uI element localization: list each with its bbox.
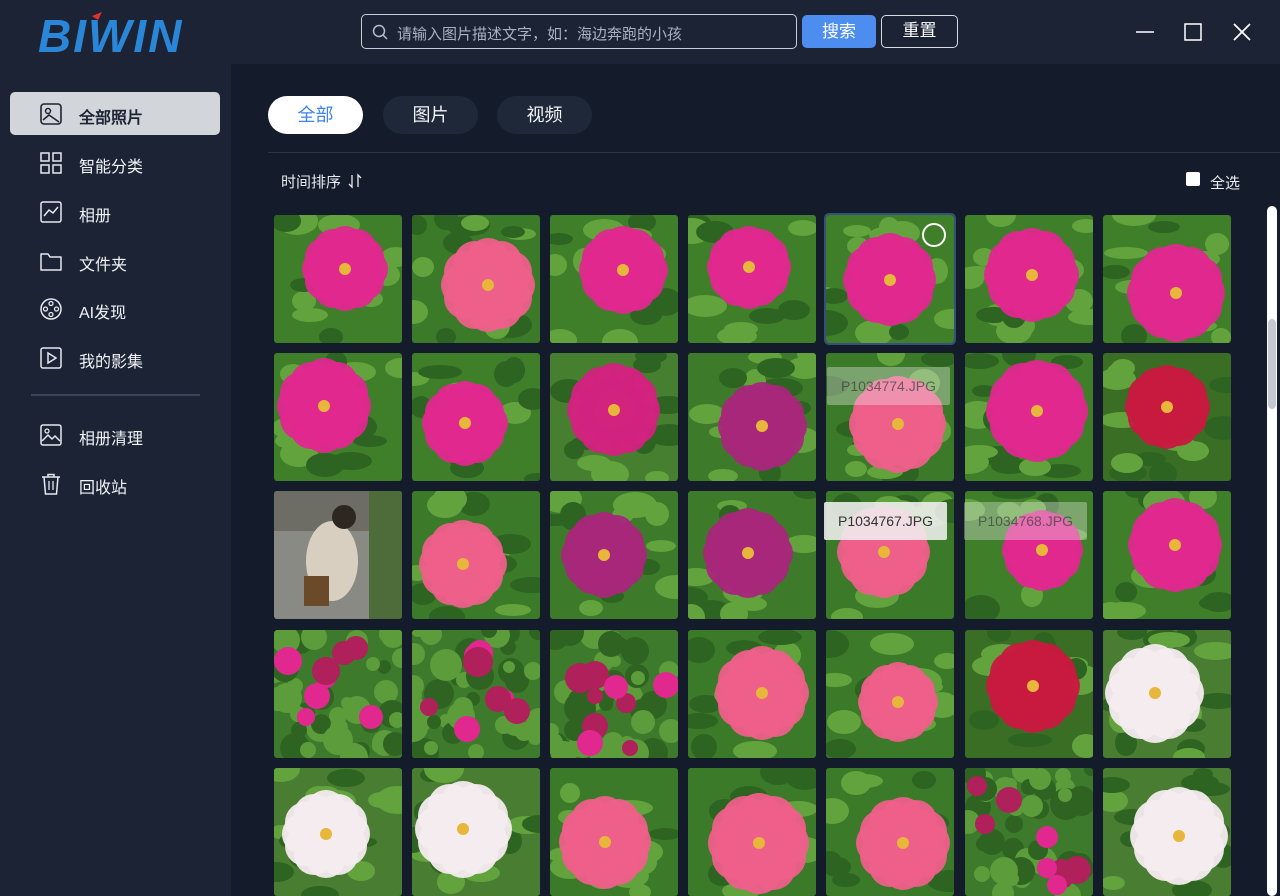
photo-thumbnail[interactable] <box>274 768 402 896</box>
scrollbar[interactable] <box>1267 206 1277 896</box>
chart-album-icon <box>40 201 62 223</box>
photo-thumbnail[interactable] <box>688 215 816 343</box>
sidebar-item-label: 文件夹 <box>79 257 128 274</box>
photo-thumbnail[interactable] <box>1103 630 1231 758</box>
photo-thumbnail[interactable] <box>1103 768 1231 896</box>
sidebar-divider <box>31 394 200 396</box>
sidebar: 全部照片 智能分类 相册 文件夹 AI发现 我的影集 相册清理 回收站 <box>0 64 231 896</box>
main-content: 全部 图片 视频 时间排序 全选 P1034774.JPG P1034767.J… <box>231 64 1280 896</box>
photo-thumbnail[interactable] <box>965 630 1093 758</box>
photo-thumbnail[interactable] <box>1103 215 1231 343</box>
biwin-logo: BIWIN <box>38 10 183 58</box>
filename-tooltip: P1034767.JPG <box>824 502 947 540</box>
tabs-divider <box>268 152 1280 153</box>
grid-icon <box>40 152 62 174</box>
reset-button[interactable]: 重置 <box>881 15 958 48</box>
search-input[interactable]: 请输入图片描述文字，如：海边奔跑的小孩 <box>361 14 797 49</box>
sidebar-item-all-photos[interactable]: 全部照片 <box>10 92 220 135</box>
tab-all[interactable]: 全部 <box>268 96 363 134</box>
sidebar-item-label: 全部照片 <box>79 110 144 127</box>
photo-thumbnail[interactable] <box>826 768 954 896</box>
photo-thumbnail[interactable] <box>965 215 1093 343</box>
photo-thumbnail[interactable] <box>550 215 678 343</box>
photo-icon <box>40 103 62 125</box>
title-bar: BIWIN 请输入图片描述文字，如：海边奔跑的小孩 搜索 重置 <box>0 0 1280 64</box>
film-reel-icon <box>40 298 62 320</box>
photo-thumbnail[interactable] <box>412 491 540 619</box>
photo-thumbnail[interactable] <box>688 768 816 896</box>
maximize-icon[interactable] <box>1175 14 1211 50</box>
photo-thumbnail[interactable] <box>688 353 816 481</box>
photo-thumbnail[interactable] <box>274 215 402 343</box>
sidebar-item-my-collection[interactable]: 我的影集 <box>10 336 220 379</box>
photo-thumbnail[interactable] <box>550 630 678 758</box>
photo-thumbnail[interactable] <box>274 491 402 619</box>
photo-thumbnail[interactable] <box>965 353 1093 481</box>
scrollbar-thumb[interactable] <box>1268 319 1276 409</box>
sidebar-item-album[interactable]: 相册 <box>10 190 220 233</box>
sidebar-item-label: 回收站 <box>79 480 128 497</box>
trash-icon <box>42 473 60 495</box>
tab-images[interactable]: 图片 <box>383 96 478 134</box>
photo-thumbnail[interactable] <box>412 768 540 896</box>
folder-icon <box>40 253 62 271</box>
photo-thumbnail[interactable] <box>274 353 402 481</box>
svg-text:BIWIN: BIWIN <box>38 10 183 58</box>
minimize-icon[interactable] <box>1127 14 1163 50</box>
photo-thumbnail[interactable] <box>412 630 540 758</box>
filename-tooltip: P1034774.JPG <box>827 367 950 405</box>
sidebar-item-album-cleanup[interactable]: 相册清理 <box>10 413 220 456</box>
sidebar-item-label: 智能分类 <box>79 159 144 176</box>
search-placeholder: 请输入图片描述文字，如：海边奔跑的小孩 <box>397 26 683 43</box>
sidebar-item-folder[interactable]: 文件夹 <box>10 239 220 282</box>
close-icon[interactable] <box>1224 14 1260 50</box>
sort-by-time[interactable]: 时间排序 <box>281 171 341 192</box>
sidebar-item-smart-category[interactable]: 智能分类 <box>10 141 220 184</box>
play-box-icon <box>40 347 62 369</box>
photo-thumbnail[interactable] <box>412 353 540 481</box>
sidebar-item-label: 相册 <box>79 208 112 225</box>
select-all-label: 全选 <box>1210 175 1241 192</box>
photo-thumbnail[interactable] <box>412 215 540 343</box>
sidebar-item-label: AI发现 <box>79 305 127 322</box>
photo-thumbnail[interactable] <box>550 768 678 896</box>
photo-thumbnail[interactable] <box>274 630 402 758</box>
filename-tooltip: P1034768.JPG <box>964 502 1087 540</box>
sort-icon[interactable] <box>348 173 362 189</box>
photo-app-window: BIWIN 请输入图片描述文字，如：海边奔跑的小孩 搜索 重置 全部照片 智能分… <box>0 0 1280 896</box>
sidebar-item-recycle-bin[interactable]: 回收站 <box>10 462 220 505</box>
photo-thumbnail[interactable] <box>1103 353 1231 481</box>
tab-videos[interactable]: 视频 <box>497 96 592 134</box>
photo-thumbnail[interactable] <box>965 768 1093 896</box>
search-button[interactable]: 搜索 <box>802 15 876 48</box>
sidebar-item-ai-discover[interactable]: AI发现 <box>10 287 220 330</box>
photo-thumbnail[interactable] <box>550 491 678 619</box>
sidebar-item-label: 我的影集 <box>79 354 144 371</box>
photo-thumbnail[interactable] <box>824 213 956 345</box>
photo-thumbnail[interactable] <box>826 630 954 758</box>
select-all-checkbox[interactable] <box>1186 172 1200 186</box>
select-circle-icon[interactable] <box>922 223 946 247</box>
photo-thumbnail[interactable] <box>688 491 816 619</box>
image-icon <box>40 424 62 446</box>
photo-thumbnail[interactable] <box>1103 491 1231 619</box>
photo-thumbnail[interactable] <box>550 353 678 481</box>
photo-thumbnail[interactable] <box>688 630 816 758</box>
sidebar-item-label: 相册清理 <box>79 431 144 448</box>
search-icon <box>372 24 388 40</box>
